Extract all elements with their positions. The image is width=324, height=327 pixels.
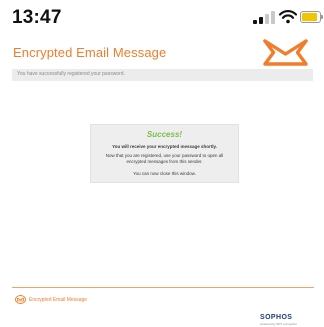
success-instructions: Now that you are registered, use your pa…	[105, 153, 224, 164]
close-window-note: You can now close this window.	[133, 171, 196, 176]
success-panel: Success! You will receive your encrypted…	[90, 124, 239, 183]
envelope-logo-icon	[15, 295, 26, 304]
status-time: 13:47	[12, 7, 62, 28]
battery-icon	[300, 11, 323, 23]
success-message: You will receive your encrypted message …	[112, 144, 217, 149]
page-title: Encrypted Email Message	[13, 45, 167, 60]
footer-divider	[12, 287, 314, 288]
status-bar: 13:47	[0, 0, 324, 34]
info-bar: You have successfully registered your pa…	[12, 69, 313, 81]
wifi-icon	[279, 10, 297, 24]
envelope-logo-icon	[263, 39, 308, 66]
success-heading: Success!	[146, 130, 183, 139]
vendor-tagline: powered by SPX encryption	[260, 322, 298, 326]
vendor-logo: SOPHOS	[260, 314, 293, 321]
info-message: You have successfully registered your pa…	[17, 71, 125, 77]
footer-label: Encrypted Email Message	[29, 297, 88, 303]
signal-icon	[253, 11, 275, 24]
